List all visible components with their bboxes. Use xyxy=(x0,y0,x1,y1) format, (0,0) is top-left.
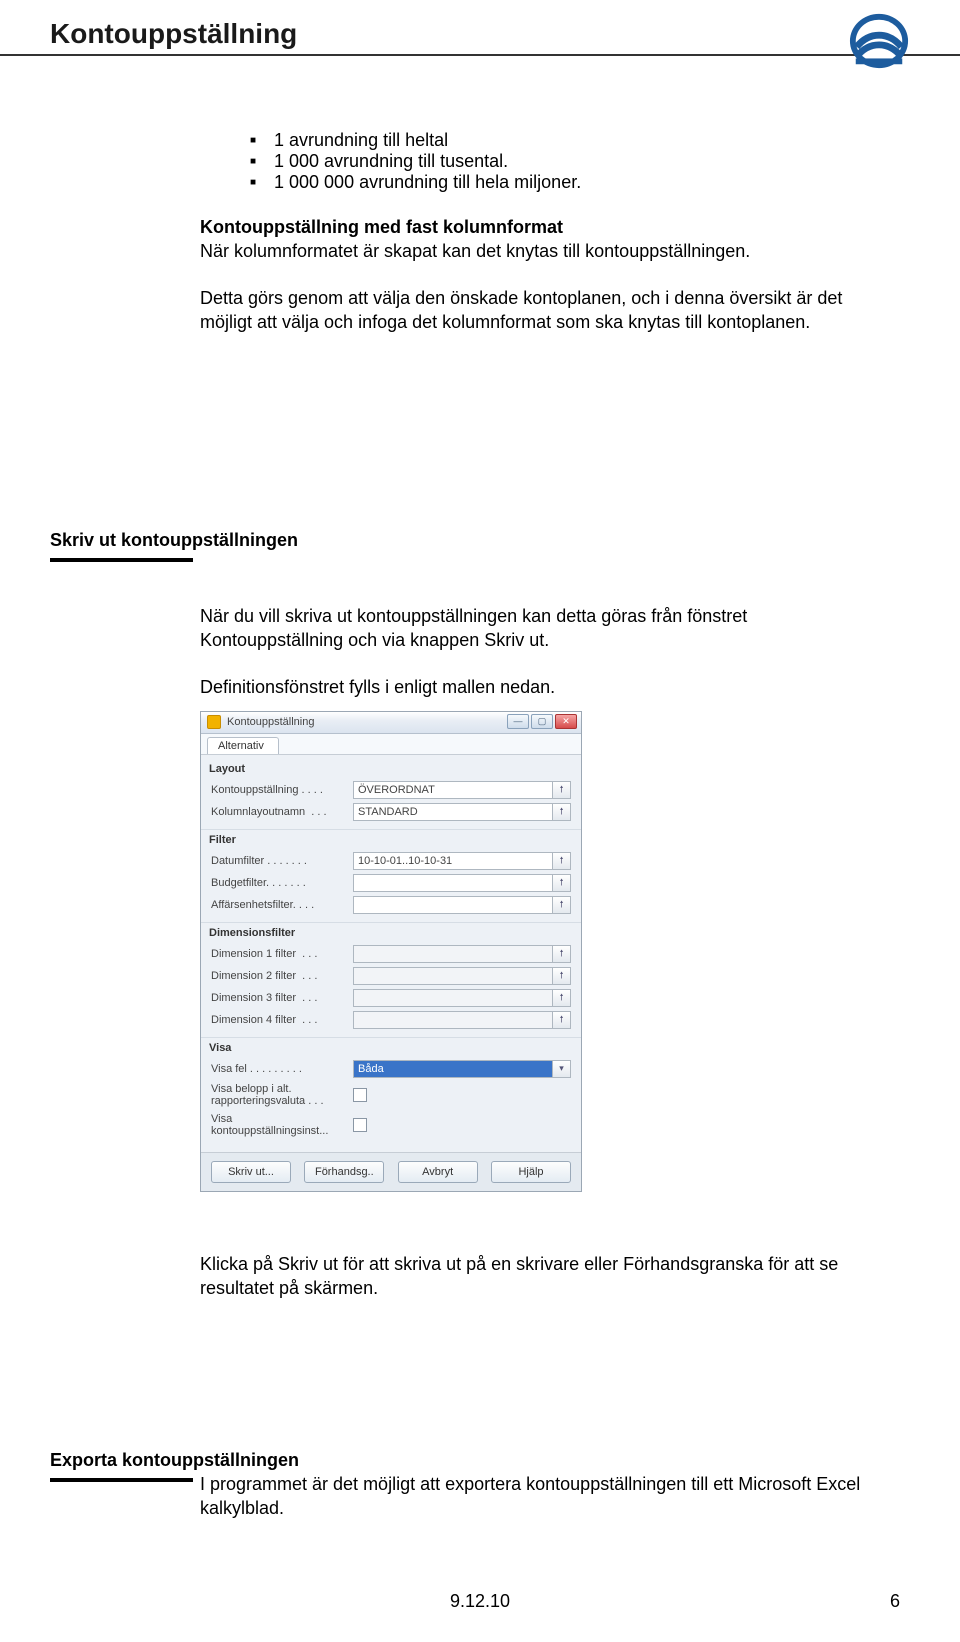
field-dimension-2: Dimension 2 filter . . . 🠕 xyxy=(211,965,571,987)
dialog-titlebar[interactable]: Kontouppställning — ▢ ✕ xyxy=(201,712,581,734)
field-dimension-1: Dimension 1 filter . . . 🠕 xyxy=(211,943,571,965)
field-label: Dimension 3 filter . . . xyxy=(211,992,353,1004)
subheading-fast-kolumnformat: Kontouppställning med fast kolumnformat xyxy=(200,215,880,239)
field-datumfilter: Datumfilter . . . . . . . 10-10-01..10-1… xyxy=(211,850,571,872)
skriv-ut-button[interactable]: Skriv ut... xyxy=(211,1161,291,1183)
checkbox-visa-inst[interactable] xyxy=(353,1118,367,1132)
lookup-button[interactable]: 🠕 xyxy=(553,896,571,914)
content-body: 1 avrundning till heltal 1 000 avrundnin… xyxy=(200,130,880,334)
lookup-button[interactable]: 🠕 xyxy=(553,945,571,963)
group-filter: Filter Datumfilter . . . . . . . 10-10-0… xyxy=(201,829,581,922)
paragraph: Detta görs genom att välja den önskade k… xyxy=(200,286,880,335)
lookup-button[interactable]: 🠕 xyxy=(553,803,571,821)
company-logo-icon xyxy=(848,10,910,72)
rounding-bullet-list: 1 avrundning till heltal 1 000 avrundnin… xyxy=(250,130,880,193)
field-visa-belopp-alt: Visa belopp i alt. rapporteringsvaluta .… xyxy=(211,1080,571,1110)
group-layout: Layout Kontouppställning . . . . ÖVERORD… xyxy=(201,759,581,829)
paragraph: När kolumnformatet är skapat kan det kny… xyxy=(200,239,880,263)
value-input[interactable]: Båda xyxy=(353,1060,553,1078)
field-label: Dimension 2 filter . . . xyxy=(211,970,353,982)
dialog-kontouppstallning: Kontouppställning — ▢ ✕ Alternativ Layou… xyxy=(200,711,582,1192)
group-heading: Dimensionsfilter xyxy=(209,927,571,939)
dropdown-button[interactable]: ▾ xyxy=(553,1060,571,1078)
forhandsgranska-button[interactable]: Förhandsg.. xyxy=(304,1161,384,1183)
field-dimension-4: Dimension 4 filter . . . 🠕 xyxy=(211,1009,571,1031)
lookup-button[interactable]: 🠕 xyxy=(553,989,571,1007)
page-number: 6 xyxy=(890,1591,900,1612)
window-icon xyxy=(207,715,221,729)
close-button[interactable]: ✕ xyxy=(555,714,577,729)
value-input[interactable] xyxy=(353,945,553,963)
export-block: I programmet är det möjligt att exporter… xyxy=(200,1472,880,1521)
lookup-button[interactable]: 🠕 xyxy=(553,874,571,892)
dialog-title: Kontouppställning xyxy=(227,716,314,728)
group-dimensionsfilter: Dimensionsfilter Dimension 1 filter . . … xyxy=(201,922,581,1037)
tab-alternativ[interactable]: Alternativ xyxy=(207,737,279,754)
checkbox-visa-belopp[interactable] xyxy=(353,1088,367,1102)
list-item: 1 000 000 avrundning till hela miljoner. xyxy=(250,172,880,193)
value-input[interactable]: STANDARD xyxy=(353,803,553,821)
paragraph: När du vill skriva ut kontouppställninge… xyxy=(200,604,880,653)
group-heading: Layout xyxy=(209,763,571,775)
heading-underline xyxy=(50,1478,193,1482)
avbryt-button[interactable]: Avbryt xyxy=(398,1161,478,1183)
field-visa-fel: Visa fel . . . . . . . . . Båda ▾ xyxy=(211,1058,571,1080)
maximize-button[interactable]: ▢ xyxy=(531,714,553,729)
value-input[interactable] xyxy=(353,896,553,914)
field-label: Datumfilter . . . . . . . xyxy=(211,855,353,867)
value-input[interactable]: 10-10-01..10-10-31 xyxy=(353,852,553,870)
field-label: Visa fel . . . . . . . . . xyxy=(211,1063,353,1075)
field-dimension-3: Dimension 3 filter . . . 🠕 xyxy=(211,987,571,1009)
group-heading: Filter xyxy=(209,834,571,846)
list-item: 1 000 avrundning till tusental. xyxy=(250,151,880,172)
field-label: Budgetfilter. . . . . . . xyxy=(211,877,353,889)
page-header: Kontouppställning xyxy=(0,18,960,56)
lookup-button[interactable]: 🠕 xyxy=(553,852,571,870)
field-visa-inst: Visa kontouppställningsinst... xyxy=(211,1110,571,1140)
lookup-button[interactable]: 🠕 xyxy=(553,967,571,985)
value-input[interactable]: ÖVERORDNAT xyxy=(353,781,553,799)
field-label: Visa belopp i alt. rapporteringsvaluta .… xyxy=(211,1083,353,1107)
group-heading: Visa xyxy=(209,1042,571,1054)
field-budgetfilter: Budgetfilter. . . . . . . 🠕 xyxy=(211,872,571,894)
paragraph: Klicka på Skriv ut för att skriva ut på … xyxy=(200,1252,880,1301)
lookup-button[interactable]: 🠕 xyxy=(553,781,571,799)
field-label: Dimension 1 filter . . . xyxy=(211,948,353,960)
field-label: Dimension 4 filter . . . xyxy=(211,1014,353,1026)
tab-bar: Alternativ xyxy=(201,734,581,755)
field-kontouppstallning: Kontouppställning . . . . ÖVERORDNAT 🠕 xyxy=(211,779,571,801)
group-visa: Visa Visa fel . . . . . . . . . Båda ▾ V… xyxy=(201,1037,581,1146)
dialog-button-bar: Skriv ut... Förhandsg.. Avbryt Hjälp xyxy=(201,1152,581,1191)
page-title: Kontouppställning xyxy=(50,18,910,50)
section-heading-exporta: Exporta kontouppställningen xyxy=(50,1450,299,1471)
value-input[interactable] xyxy=(353,1011,553,1029)
minimize-button[interactable]: — xyxy=(507,714,529,729)
list-item: 1 avrundning till heltal xyxy=(250,130,880,151)
heading-underline xyxy=(50,558,193,562)
field-label: Kontouppställning . . . . xyxy=(211,784,353,796)
value-input[interactable] xyxy=(353,967,553,985)
paragraph: I programmet är det möjligt att exporter… xyxy=(200,1472,880,1521)
value-input[interactable] xyxy=(353,874,553,892)
paragraph: Definitionsfönstret fylls i enligt malle… xyxy=(200,675,880,699)
section-heading-skriv-ut: Skriv ut kontouppställningen xyxy=(50,530,298,551)
field-kolumnlayoutnamn: Kolumnlayoutnamn . . . STANDARD 🠕 xyxy=(211,801,571,823)
value-input[interactable] xyxy=(353,989,553,1007)
field-label: Affärsenhetsfilter. . . . xyxy=(211,899,353,911)
field-label: Visa kontouppställningsinst... xyxy=(211,1113,353,1137)
lookup-button[interactable]: 🠕 xyxy=(553,1011,571,1029)
dialog-body: Layout Kontouppställning . . . . ÖVERORD… xyxy=(201,755,581,1152)
field-label: Kolumnlayoutnamn . . . xyxy=(211,806,353,818)
hjalp-button[interactable]: Hjälp xyxy=(491,1161,571,1183)
skriv-ut-block: När du vill skriva ut kontouppställninge… xyxy=(200,604,880,1300)
footer-date: 9.12.10 xyxy=(0,1591,960,1612)
field-affarsenhetsfilter: Affärsenhetsfilter. . . . 🠕 xyxy=(211,894,571,916)
